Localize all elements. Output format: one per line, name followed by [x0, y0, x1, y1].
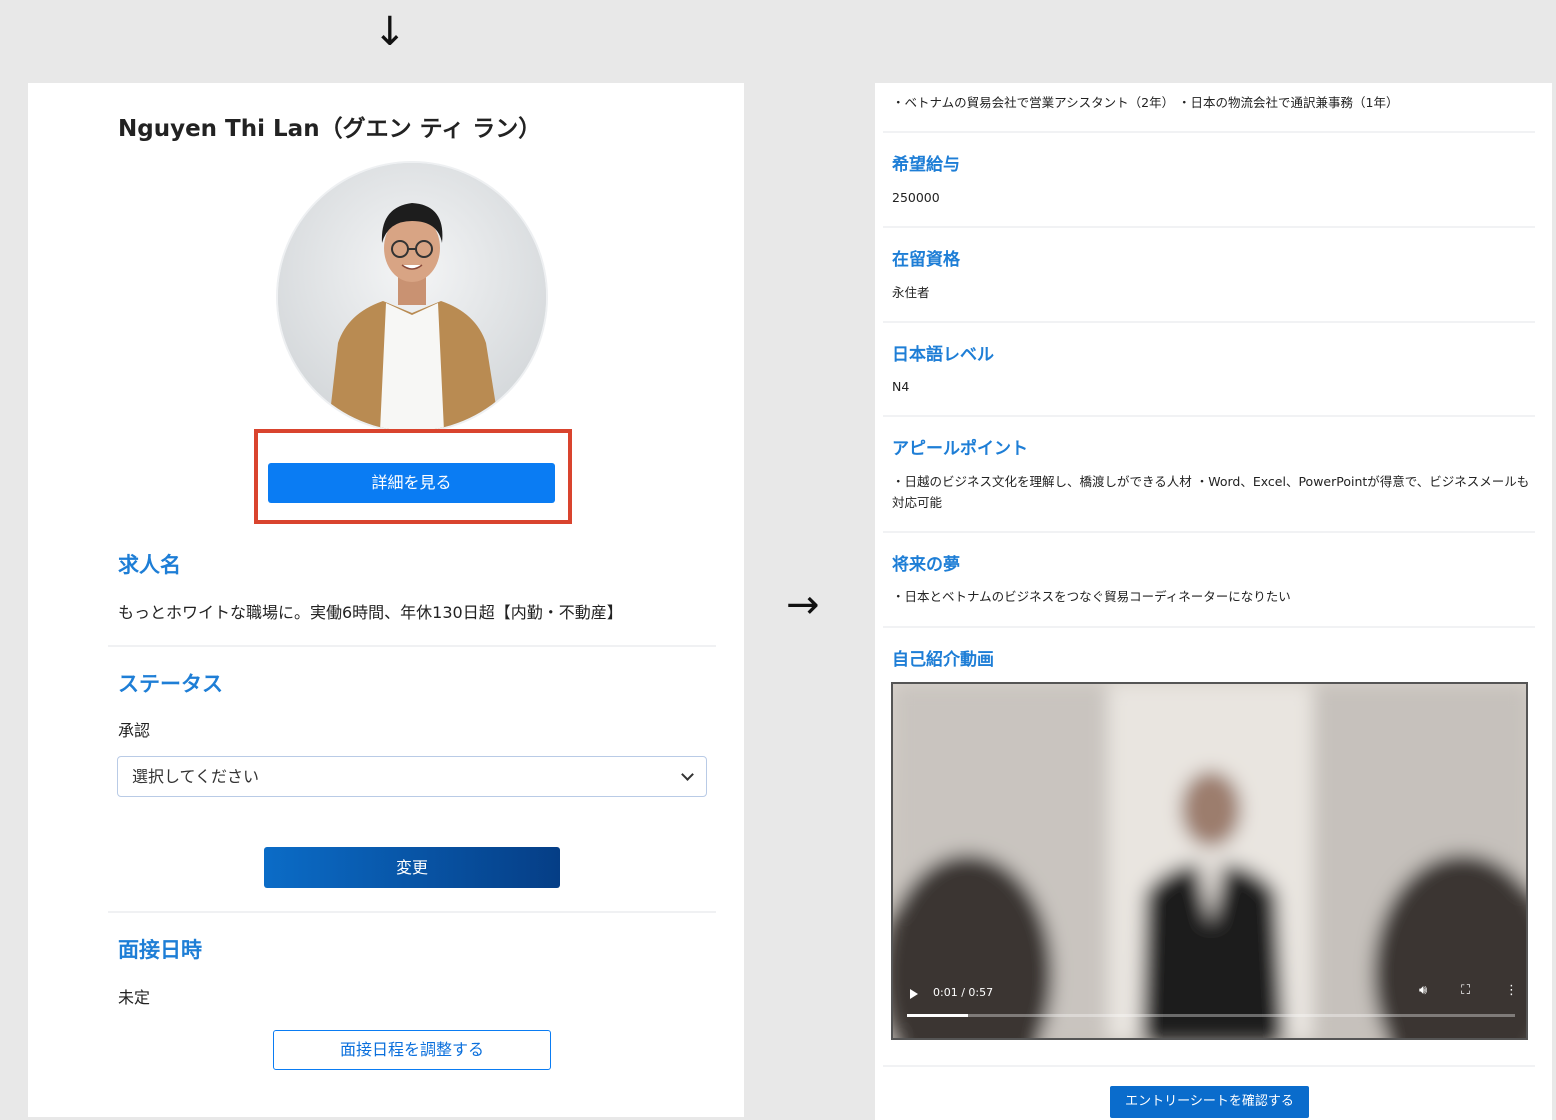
candidate-name: Nguyen Thi Lan（グエン ティ ラン） — [118, 116, 542, 142]
down-arrow-icon: ↓ — [373, 9, 407, 55]
dream-value: ・日本とベトナムのビジネスをつなぐ貿易コーディネーターになりたい — [892, 589, 1291, 604]
view-entry-sheet-button[interactable]: エントリーシートを確認する — [1110, 1086, 1309, 1118]
change-button[interactable]: 変更 — [264, 847, 560, 888]
interview-heading: 面接日時 — [118, 938, 202, 962]
divider — [883, 131, 1535, 133]
visa-value: 永住者 — [892, 285, 930, 300]
avatar-photo — [278, 163, 546, 431]
japanese-level-value: N4 — [892, 379, 910, 394]
job-title-heading: 求人名 — [118, 553, 181, 577]
video-heading: 自己紹介動画 — [892, 650, 994, 670]
divider — [883, 226, 1535, 228]
video-progress-fill — [907, 1014, 968, 1017]
appeal-value: ・日越のビジネス文化を理解し、橋渡しができる人材 ・Word、Excel、Pow… — [892, 474, 1530, 510]
divider — [883, 531, 1535, 533]
divider — [883, 415, 1535, 417]
video-time: 0:01 / 0:57 — [933, 986, 994, 999]
play-icon[interactable] — [910, 989, 918, 999]
status-value: 承認 — [118, 721, 151, 740]
avatar — [278, 163, 546, 431]
chevron-down-icon — [681, 768, 694, 781]
view-details-button[interactable]: 詳細を見る — [268, 463, 555, 503]
fullscreen-icon[interactable]: ⛶ — [1461, 983, 1470, 998]
intro-video-player[interactable]: 0:01 / 0:57 🔊︎ ⛶ ⋮ — [891, 682, 1528, 1040]
candidate-detail-panel: ・ベトナムの貿易会社で営業アシスタント（2年） ・日本の物流会社で通訳兼事務（1… — [875, 83, 1552, 1120]
job-title-value: もっとホワイトな職場に。実働6時間、年休130日超【内勤・不動産】 — [118, 603, 623, 622]
divider — [108, 645, 716, 647]
candidate-card: Nguyen Thi Lan（グエン ティ ラン） 詳細を見る 求人名 もっとホ… — [28, 83, 744, 1117]
schedule-interview-button[interactable]: 面接日程を調整する — [273, 1030, 551, 1070]
interview-value: 未定 — [118, 988, 151, 1007]
appeal-heading: アピールポイント — [892, 439, 1028, 459]
more-options-icon[interactable]: ⋮ — [1505, 983, 1518, 998]
dream-heading: 将来の夢 — [892, 555, 960, 575]
status-select[interactable]: 選択してください — [117, 756, 707, 797]
salary-heading: 希望給与 — [892, 155, 960, 175]
status-select-label: 選択してください — [132, 767, 260, 786]
divider — [883, 1065, 1535, 1067]
career-text: ・ベトナムの貿易会社で営業アシスタント（2年） ・日本の物流会社で通訳兼事務（1… — [892, 95, 1399, 110]
divider — [883, 321, 1535, 323]
volume-icon[interactable]: 🔊︎ — [1419, 983, 1427, 998]
japanese-level-heading: 日本語レベル — [892, 345, 994, 365]
right-arrow-icon: → — [786, 582, 820, 628]
video-controls: 0:01 / 0:57 🔊︎ ⛶ ⋮ — [893, 978, 1526, 1038]
salary-value: 250000 — [892, 190, 940, 205]
divider — [108, 911, 716, 913]
video-progress-bar[interactable] — [907, 1014, 1515, 1017]
visa-heading: 在留資格 — [892, 250, 960, 270]
divider — [883, 626, 1535, 628]
status-heading: ステータス — [118, 672, 223, 696]
